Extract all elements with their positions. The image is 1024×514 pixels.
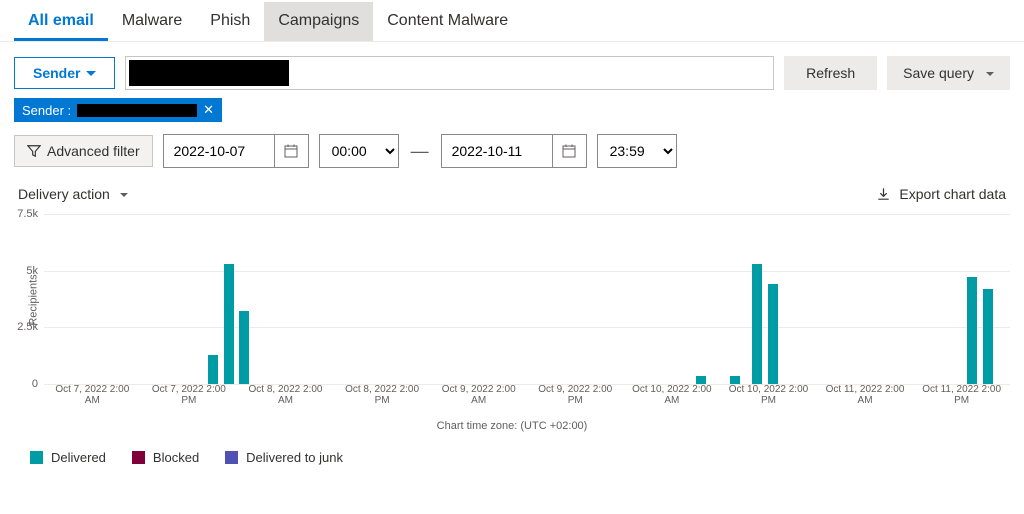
chart: Recipients 02.5k5k7.5k Oct 7, 2022 2:00 … <box>44 214 1010 414</box>
legend-swatch <box>225 451 238 464</box>
legend-item-delivered[interactable]: Delivered <box>30 450 106 465</box>
tab-content-malware[interactable]: Content Malware <box>373 2 522 41</box>
x-tick: Oct 10, 2022 2:00 AM <box>624 384 721 414</box>
tab-bar: All emailMalwarePhishCampaignsContent Ma… <box>0 0 1024 42</box>
x-axis: Oct 7, 2022 2:00 AMOct 7, 2022 2:00 PMOc… <box>44 384 1010 414</box>
bar-delivered <box>239 311 249 384</box>
x-tick: Oct 9, 2022 2:00 PM <box>527 384 624 414</box>
chip-label: Sender : <box>22 103 71 118</box>
bar-delivered <box>752 264 762 384</box>
legend-item-blocked[interactable]: Blocked <box>132 450 199 465</box>
tab-phish[interactable]: Phish <box>196 2 264 41</box>
y-tick: 5k <box>26 265 38 277</box>
chart-plot-area: 02.5k5k7.5k <box>44 214 1010 384</box>
end-time-select[interactable]: 23:59 <box>597 134 677 168</box>
y-tick: 0 <box>32 378 38 390</box>
filter-field-label: Sender <box>33 65 80 81</box>
redacted-value <box>129 60 289 86</box>
refresh-button[interactable]: Refresh <box>784 56 877 90</box>
x-tick: Oct 7, 2022 2:00 PM <box>141 384 238 414</box>
legend-item-delivered-to-junk[interactable]: Delivered to junk <box>225 450 343 465</box>
bar-delivered <box>983 289 993 384</box>
remove-chip-icon[interactable]: ✕ <box>203 102 214 118</box>
chart-controls: Delivery action Export chart data <box>0 168 1024 210</box>
x-tick: Oct 8, 2022 2:00 AM <box>237 384 334 414</box>
legend-label: Delivered <box>51 450 106 465</box>
chevron-down-icon <box>86 65 96 81</box>
date-filter-row: Advanced filter 00:00 — 23:59 <box>0 122 1024 168</box>
save-query-button[interactable]: Save query <box>887 56 1010 90</box>
tab-campaigns[interactable]: Campaigns <box>264 2 373 41</box>
chart-view-label: Delivery action <box>18 186 110 202</box>
x-tick: Oct 8, 2022 2:00 PM <box>334 384 431 414</box>
start-date-input[interactable] <box>163 134 275 168</box>
tab-malware[interactable]: Malware <box>108 2 196 41</box>
start-time-select[interactable]: 00:00 <box>319 134 399 168</box>
active-filters: Sender : ✕ <box>0 98 1024 122</box>
y-axis-label: Recipients <box>28 274 40 325</box>
export-chart-button[interactable]: Export chart data <box>876 186 1006 202</box>
download-icon <box>876 187 891 202</box>
x-tick: Oct 11, 2022 2:00 AM <box>817 384 914 414</box>
tab-all-email[interactable]: All email <box>14 2 108 41</box>
timezone-label: Chart time zone: (UTC +02:00) <box>0 420 1024 432</box>
chart-legend: Delivered Blocked Delivered to junk <box>0 432 1024 483</box>
chart-view-dropdown[interactable]: Delivery action <box>18 186 128 202</box>
advanced-filter-button[interactable]: Advanced filter <box>14 135 153 167</box>
legend-label: Delivered to junk <box>246 450 343 465</box>
end-date-input[interactable] <box>441 134 553 168</box>
bar-delivered <box>224 264 234 384</box>
x-tick: Oct 10, 2022 2:00 PM <box>720 384 817 414</box>
export-label: Export chart data <box>899 186 1006 202</box>
filter-row: Sender Refresh Save query <box>0 42 1024 98</box>
x-tick: Oct 11, 2022 2:00 PM <box>913 384 1010 414</box>
x-tick: Oct 7, 2022 2:00 AM <box>44 384 141 414</box>
filter-field-dropdown[interactable]: Sender <box>14 57 115 89</box>
advanced-filter-label: Advanced filter <box>47 143 140 159</box>
bar-delivered <box>696 376 706 384</box>
start-date-calendar-button[interactable] <box>275 134 309 168</box>
range-separator: — <box>409 141 431 162</box>
end-date-calendar-button[interactable] <box>553 134 587 168</box>
calendar-icon <box>561 143 577 159</box>
bar-delivered <box>208 355 218 384</box>
chevron-down-icon <box>982 65 994 81</box>
bar-delivered <box>730 376 740 384</box>
legend-swatch <box>132 451 145 464</box>
legend-swatch <box>30 451 43 464</box>
redacted-value <box>77 104 197 117</box>
legend-label: Blocked <box>153 450 199 465</box>
y-tick: 7.5k <box>17 208 38 220</box>
y-tick: 2.5k <box>17 321 38 333</box>
x-tick: Oct 9, 2022 2:00 AM <box>430 384 527 414</box>
filter-icon <box>27 144 41 158</box>
calendar-icon <box>283 143 299 159</box>
save-query-label: Save query <box>903 65 974 81</box>
bar-delivered <box>768 284 778 384</box>
chevron-down-icon <box>116 186 128 202</box>
bar-delivered <box>967 277 977 384</box>
filter-chip-sender: Sender : ✕ <box>14 98 222 122</box>
